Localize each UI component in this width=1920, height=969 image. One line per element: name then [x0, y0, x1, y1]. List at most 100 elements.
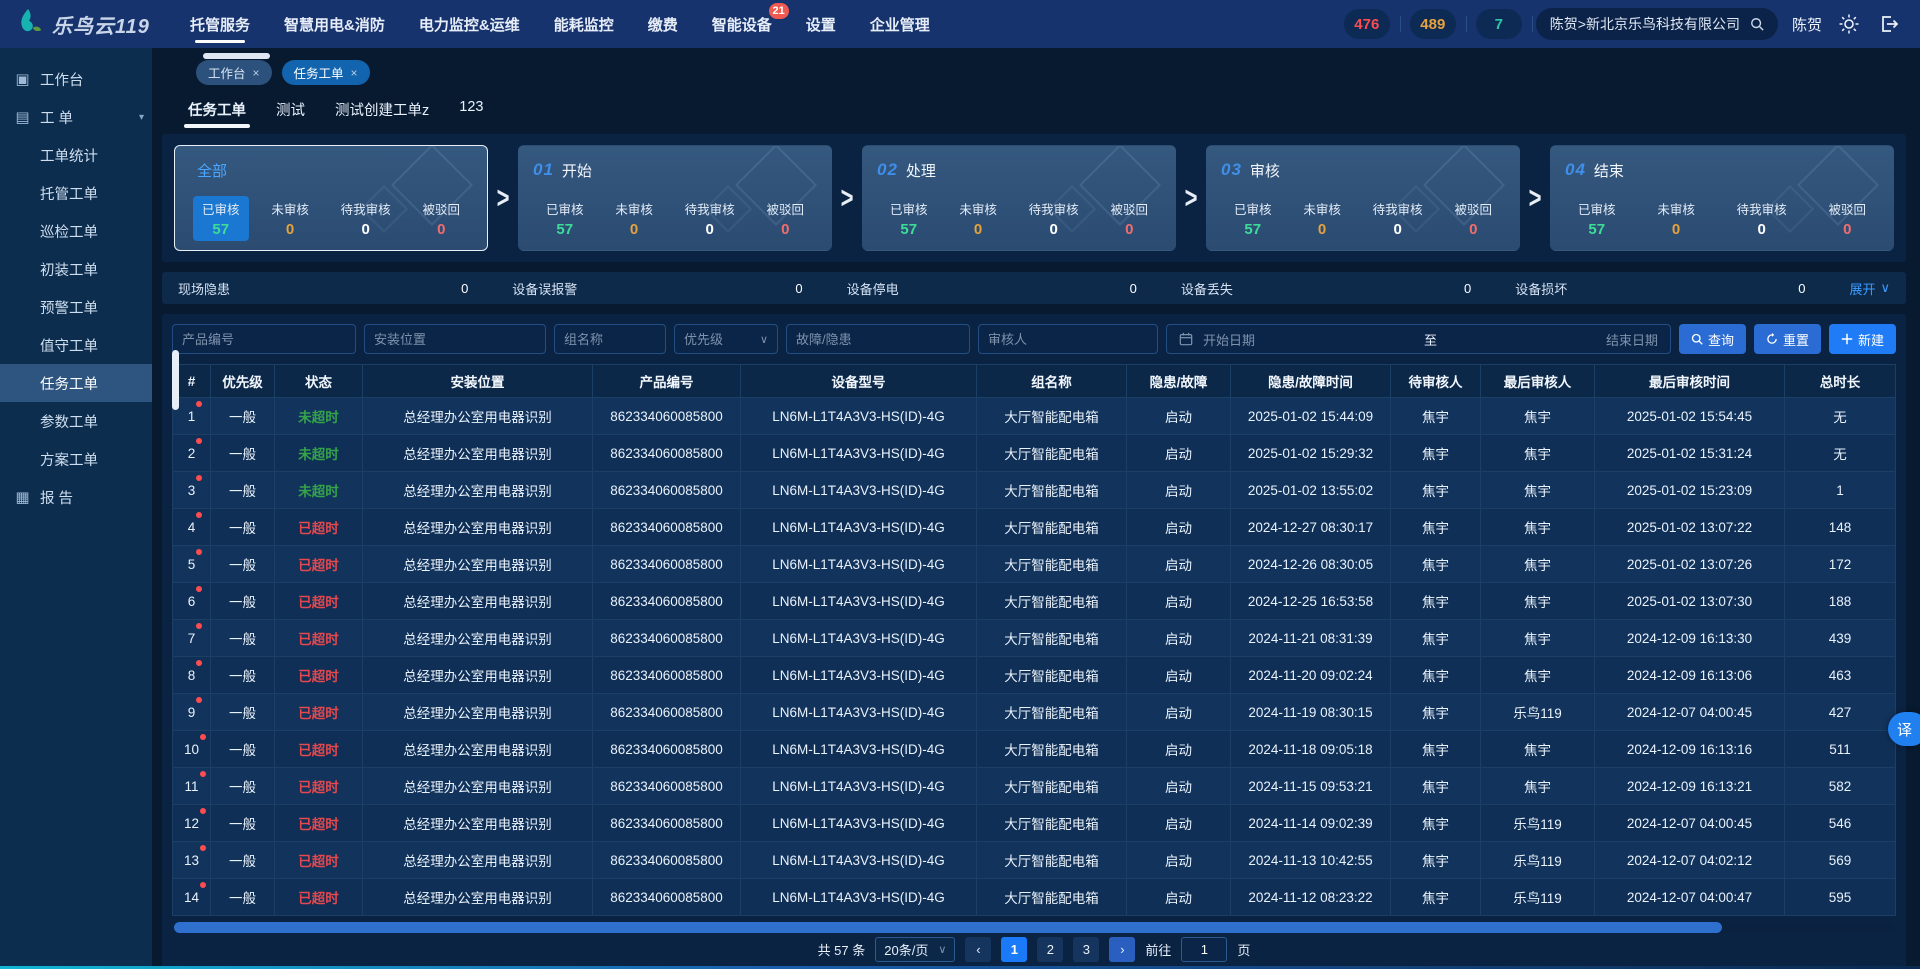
- theme-toggle-button[interactable]: [1836, 11, 1862, 37]
- counter-badge[interactable]: 7: [1476, 9, 1522, 39]
- table-row[interactable]: 3 一般 未超时 总经理办公室用电器识别 862334060085800 LN6…: [173, 472, 1896, 509]
- card-stat[interactable]: 被驳回 0: [1819, 196, 1875, 241]
- date-end-placeholder[interactable]: 结束日期: [1447, 330, 1658, 349]
- next-page-button[interactable]: ›: [1109, 937, 1135, 962]
- status-card[interactable]: 全部 已审核 57 未审核: [174, 145, 488, 251]
- card-stat[interactable]: 被驳回 0: [757, 196, 813, 241]
- filter-input[interactable]: ∨: [554, 324, 666, 354]
- status-card[interactable]: 04 结束 已审核 57: [1550, 145, 1894, 251]
- nav-menu-item[interactable]: 托管服务: [190, 0, 250, 48]
- tab-item[interactable]: 任务工单: [188, 99, 246, 132]
- page-button[interactable]: 1: [1001, 937, 1027, 962]
- filter-text-field[interactable]: [564, 332, 656, 347]
- filter-text-field[interactable]: [374, 332, 536, 347]
- card-stat[interactable]: 待我审核 0: [332, 196, 400, 241]
- card-stat[interactable]: 被驳回 0: [413, 196, 469, 241]
- reset-button[interactable]: 重置: [1754, 324, 1821, 354]
- nav-menu-item[interactable]: 设置: [806, 0, 836, 48]
- card-stat[interactable]: 已审核 57: [881, 196, 937, 241]
- create-button[interactable]: 新建: [1829, 324, 1896, 354]
- card-stat[interactable]: 已审核 57: [537, 196, 593, 241]
- table-row[interactable]: 10 一般 已超时 总经理办公室用电器识别 862334060085800 LN…: [173, 731, 1896, 768]
- card-stat[interactable]: 未审核 0: [1648, 196, 1704, 241]
- goto-page-input[interactable]: [1181, 937, 1227, 962]
- filter-input[interactable]: ∨: [172, 324, 356, 354]
- close-icon[interactable]: ×: [253, 66, 260, 80]
- table-row[interactable]: 14 一般 已超时 总经理办公室用电器识别 862334060085800 LN…: [173, 879, 1896, 916]
- filter-input[interactable]: ∨: [786, 324, 970, 354]
- filter-text-field[interactable]: [796, 332, 960, 347]
- table-row[interactable]: 11 一般 已超时 总经理办公室用电器识别 862334060085800 LN…: [173, 768, 1896, 805]
- sidebar-item[interactable]: 值守工单 ▾: [0, 326, 152, 364]
- company-search-box[interactable]: 陈贺>新北京乐鸟科技有限公司: [1536, 8, 1778, 40]
- nav-menu-item[interactable]: 电力监控&运维: [419, 0, 520, 48]
- filter-input[interactable]: ∨: [674, 324, 778, 354]
- breadcrumb-tag[interactable]: 任务工单 ×: [282, 60, 370, 85]
- app-logo[interactable]: 乐鸟云119: [14, 8, 172, 40]
- sidebar-item[interactable]: ▣ 工作台 ▾: [0, 60, 152, 98]
- table-row[interactable]: 7 一般 已超时 总经理办公室用电器识别 862334060085800 LN6…: [173, 620, 1896, 657]
- tab-item[interactable]: 测试创建工单z: [335, 99, 429, 132]
- status-card[interactable]: 01 开始 已审核 57: [518, 145, 832, 251]
- table-row[interactable]: 4 一般 已超时 总经理办公室用电器识别 862334060085800 LN6…: [173, 509, 1896, 546]
- counter-badge[interactable]: 476: [1344, 9, 1390, 39]
- card-stat[interactable]: 待我审核 0: [1364, 196, 1432, 241]
- sidebar-item[interactable]: 初装工单 ▾: [0, 250, 152, 288]
- card-stat[interactable]: 未审核 0: [1294, 196, 1350, 241]
- query-button[interactable]: 查询: [1679, 324, 1746, 354]
- table-row[interactable]: 13 一般 已超时 总经理办公室用电器识别 862334060085800 LN…: [173, 842, 1896, 879]
- nav-menu-item[interactable]: 能耗监控: [554, 0, 614, 48]
- page-button[interactable]: 2: [1037, 937, 1063, 962]
- card-stat[interactable]: 未审核 0: [262, 196, 318, 241]
- card-stat[interactable]: 被驳回 0: [1101, 196, 1157, 241]
- filter-text-field[interactable]: [684, 332, 756, 347]
- card-stat[interactable]: 未审核 0: [606, 196, 662, 241]
- tab-item[interactable]: 测试: [276, 99, 305, 132]
- page-button[interactable]: 3: [1073, 937, 1099, 962]
- nav-menu-item[interactable]: 企业管理: [870, 0, 930, 48]
- sidebar-item[interactable]: ▤ 工 单 ▾: [0, 98, 152, 136]
- sidebar-item[interactable]: 预警工单 ▾: [0, 288, 152, 326]
- card-stat[interactable]: 被驳回 0: [1445, 196, 1501, 241]
- filter-text-field[interactable]: [182, 332, 346, 347]
- card-stat[interactable]: 待我审核 0: [1728, 196, 1796, 241]
- sidebar-item[interactable]: 方案工单 ▾: [0, 440, 152, 478]
- filter-text-field[interactable]: [988, 332, 1148, 347]
- card-stat[interactable]: 待我审核 0: [1020, 196, 1088, 241]
- sidebar-item[interactable]: 参数工单 ▾: [0, 402, 152, 440]
- table-row[interactable]: 2 一般 未超时 总经理办公室用电器识别 862334060085800 LN6…: [173, 435, 1896, 472]
- nav-menu-item[interactable]: 缴费: [648, 0, 678, 48]
- filter-input[interactable]: ∨: [978, 324, 1158, 354]
- prev-page-button[interactable]: ‹: [965, 937, 991, 962]
- filter-input[interactable]: ∨: [364, 324, 546, 354]
- date-start-placeholder[interactable]: 开始日期: [1203, 330, 1414, 349]
- tab-item[interactable]: 123: [459, 99, 483, 132]
- card-stat[interactable]: 未审核 0: [950, 196, 1006, 241]
- card-stat[interactable]: 已审核 57: [1225, 196, 1281, 241]
- counter-badge[interactable]: 489: [1410, 9, 1456, 39]
- sidebar-item[interactable]: 托管工单 ▾: [0, 174, 152, 212]
- table-row[interactable]: 6 一般 已超时 总经理办公室用电器识别 862334060085800 LN6…: [173, 583, 1896, 620]
- date-range-picker[interactable]: 开始日期 至 结束日期: [1166, 324, 1671, 354]
- table-row[interactable]: 1 一般 未超时 总经理办公室用电器识别 862334060085800 LN6…: [173, 398, 1896, 435]
- status-card[interactable]: 03 审核 已审核 57: [1206, 145, 1520, 251]
- expand-link[interactable]: 展开 ∨: [1849, 279, 1890, 298]
- table-row[interactable]: 9 一般 已超时 总经理办公室用电器识别 862334060085800 LN6…: [173, 694, 1896, 731]
- table-row[interactable]: 8 一般 已超时 总经理办公室用电器识别 862334060085800 LN6…: [173, 657, 1896, 694]
- card-stat[interactable]: 已审核 57: [193, 196, 249, 241]
- sidebar-item[interactable]: ▦ 报 告 ▾: [0, 478, 152, 516]
- table-row[interactable]: 12 一般 已超时 总经理办公室用电器识别 862334060085800 LN…: [173, 805, 1896, 842]
- sidebar-item[interactable]: 任务工单 ▾: [0, 364, 152, 402]
- card-stat[interactable]: 待我审核 0: [676, 196, 744, 241]
- card-stat[interactable]: 已审核 57: [1569, 196, 1625, 241]
- nav-menu-item[interactable]: 智慧用电&消防: [284, 0, 385, 48]
- nav-menu-item[interactable]: 智能设备 21: [712, 0, 772, 48]
- close-icon[interactable]: ×: [351, 66, 358, 80]
- vertical-scrollbar-thumb[interactable]: [172, 350, 179, 410]
- scrollbar-thumb[interactable]: [174, 922, 1722, 933]
- breadcrumb-tag[interactable]: 工作台 ×: [196, 60, 272, 85]
- sidebar-item[interactable]: 工单统计 ▾: [0, 136, 152, 174]
- tag-scrollbar-thumb[interactable]: [203, 53, 270, 59]
- page-size-select[interactable]: 20条/页 ∨: [875, 937, 955, 962]
- status-card[interactable]: 02 处理 已审核 57: [862, 145, 1176, 251]
